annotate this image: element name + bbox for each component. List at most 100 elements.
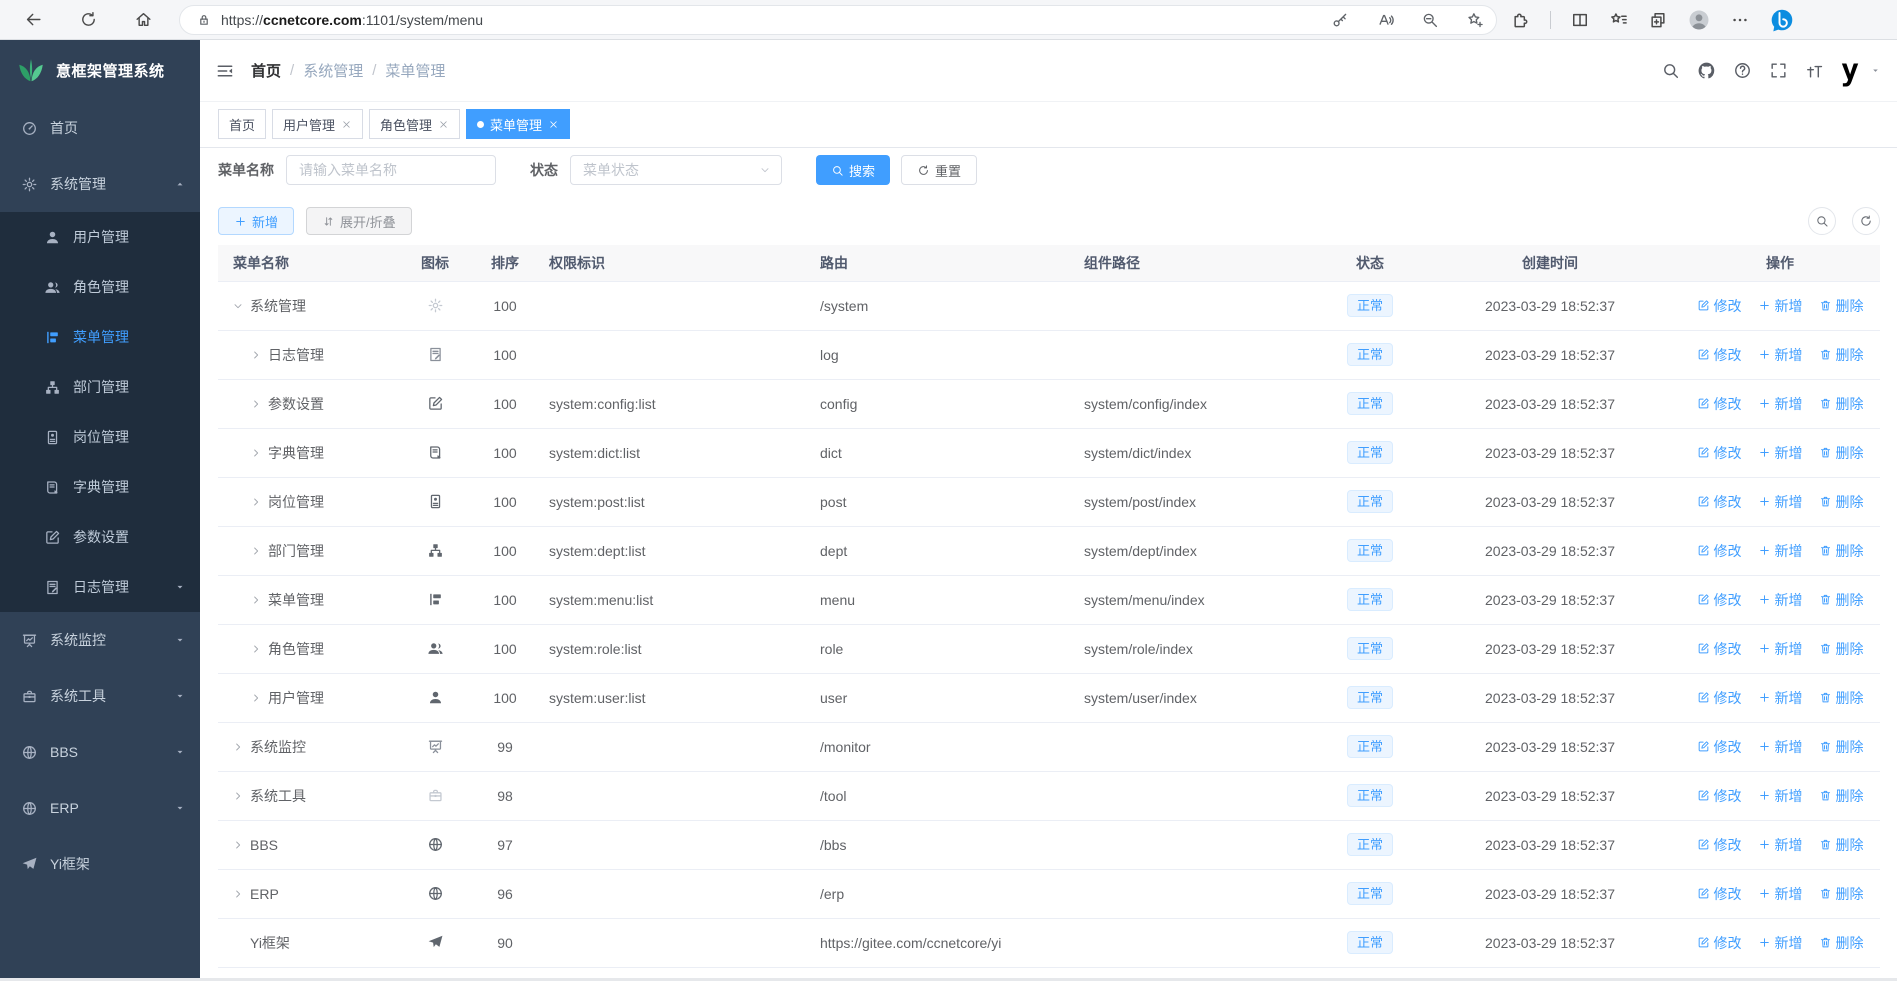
chevron-down-icon[interactable] xyxy=(232,300,244,312)
sidebar-item-post[interactable]: 岗位管理 xyxy=(0,412,200,462)
row-action-edit-link[interactable]: 修改 xyxy=(1697,492,1742,512)
row-action-add-link[interactable]: 新增 xyxy=(1758,786,1803,806)
chevron-right-icon[interactable] xyxy=(232,741,244,753)
row-action-delete-link[interactable]: 删除 xyxy=(1819,443,1864,463)
tab-用户管理[interactable]: 用户管理 xyxy=(272,109,364,139)
sidebar-item-menu[interactable]: 菜单管理 xyxy=(0,312,200,362)
chevron-right-icon[interactable] xyxy=(232,839,244,851)
zoom-out-button[interactable] xyxy=(1421,11,1439,29)
expand-collapse-button[interactable]: 展开/折叠 xyxy=(306,207,412,235)
chevron-right-icon[interactable] xyxy=(250,692,262,704)
split-screen-button[interactable] xyxy=(1570,10,1590,30)
github-button[interactable] xyxy=(1697,61,1716,80)
row-action-add-link[interactable]: 新增 xyxy=(1758,345,1803,365)
row-action-edit-link[interactable]: 修改 xyxy=(1697,296,1742,316)
row-action-edit-link[interactable]: 修改 xyxy=(1697,541,1742,561)
sidebar-item-tool[interactable]: 系统工具 xyxy=(0,668,200,724)
row-action-add-link[interactable]: 新增 xyxy=(1758,835,1803,855)
chevron-right-icon[interactable] xyxy=(250,398,262,410)
row-action-edit-link[interactable]: 修改 xyxy=(1697,786,1742,806)
row-action-add-link[interactable]: 新增 xyxy=(1758,541,1803,561)
sidebar-item-bbs[interactable]: BBS xyxy=(0,724,200,780)
row-action-delete-link[interactable]: 删除 xyxy=(1819,492,1864,512)
sidebar-collapse-icon[interactable] xyxy=(215,61,235,81)
reset-button[interactable]: 重置 xyxy=(901,155,978,185)
more-button[interactable] xyxy=(1730,10,1750,30)
row-action-edit-link[interactable]: 修改 xyxy=(1697,835,1742,855)
refresh-button[interactable] xyxy=(79,10,98,29)
row-action-delete-link[interactable]: 删除 xyxy=(1819,394,1864,414)
sidebar-item-home[interactable]: 首页 xyxy=(0,100,200,156)
sidebar-item-user[interactable]: 用户管理 xyxy=(0,212,200,262)
add-button[interactable]: 新增 xyxy=(218,207,295,235)
read-aloud-button[interactable] xyxy=(1376,11,1394,29)
row-action-edit-link[interactable]: 修改 xyxy=(1697,590,1742,610)
row-action-edit-link[interactable]: 修改 xyxy=(1697,639,1742,659)
row-action-add-link[interactable]: 新增 xyxy=(1758,394,1803,414)
row-action-delete-link[interactable]: 删除 xyxy=(1819,639,1864,659)
row-action-delete-link[interactable]: 删除 xyxy=(1819,345,1864,365)
sidebar-item-log[interactable]: 日志管理 xyxy=(0,562,200,612)
row-action-edit-link[interactable]: 修改 xyxy=(1697,688,1742,708)
row-action-delete-link[interactable]: 删除 xyxy=(1819,688,1864,708)
row-action-delete-link[interactable]: 删除 xyxy=(1819,296,1864,316)
chevron-right-icon[interactable] xyxy=(250,594,262,606)
tab-首页[interactable]: 首页 xyxy=(218,109,267,139)
home-button[interactable] xyxy=(134,10,153,29)
app-logo[interactable]: 意框架管理系统 xyxy=(0,40,200,100)
row-action-edit-link[interactable]: 修改 xyxy=(1697,884,1742,904)
address-bar[interactable]: https://ccnetcore.com:1101/system/menu xyxy=(179,4,1497,35)
row-action-add-link[interactable]: 新增 xyxy=(1758,492,1803,512)
row-action-add-link[interactable]: 新增 xyxy=(1758,443,1803,463)
chevron-right-icon[interactable] xyxy=(250,496,262,508)
row-action-delete-link[interactable]: 删除 xyxy=(1819,737,1864,757)
sidebar-item-yi[interactable]: Yi框架 xyxy=(0,836,200,892)
row-action-edit-link[interactable]: 修改 xyxy=(1697,394,1742,414)
row-action-add-link[interactable]: 新增 xyxy=(1758,884,1803,904)
row-action-add-link[interactable]: 新增 xyxy=(1758,737,1803,757)
row-action-delete-link[interactable]: 删除 xyxy=(1819,933,1864,953)
favorite-add-button[interactable] xyxy=(1466,11,1484,29)
row-action-delete-link[interactable]: 删除 xyxy=(1819,590,1864,610)
row-action-delete-link[interactable]: 删除 xyxy=(1819,786,1864,806)
sidebar-item-config[interactable]: 参数设置 xyxy=(0,512,200,562)
sidebar-item-erp[interactable]: ERP xyxy=(0,780,200,836)
row-action-add-link[interactable]: 新增 xyxy=(1758,639,1803,659)
row-action-add-link[interactable]: 新增 xyxy=(1758,688,1803,708)
key-button[interactable] xyxy=(1331,11,1349,29)
sidebar-item-system[interactable]: 系统管理 xyxy=(0,156,200,212)
chevron-right-icon[interactable] xyxy=(250,643,262,655)
profile-avatar-button[interactable] xyxy=(1687,8,1711,32)
text-size-button[interactable] xyxy=(1805,61,1824,80)
row-action-delete-link[interactable]: 删除 xyxy=(1819,835,1864,855)
sidebar-item-monitor[interactable]: 系统监控 xyxy=(0,612,200,668)
favorites-bar-button[interactable] xyxy=(1609,10,1629,30)
chevron-right-icon[interactable] xyxy=(250,545,262,557)
menu-name-input[interactable] xyxy=(286,155,496,185)
user-menu-caret-icon[interactable] xyxy=(1870,65,1881,76)
status-select[interactable]: 菜单状态 xyxy=(570,155,782,185)
sidebar-item-dept[interactable]: 部门管理 xyxy=(0,362,200,412)
sidebar-item-dict[interactable]: 字典管理 xyxy=(0,462,200,512)
chevron-right-icon[interactable] xyxy=(232,888,244,900)
row-action-edit-link[interactable]: 修改 xyxy=(1697,443,1742,463)
search-button[interactable] xyxy=(1661,61,1680,80)
extensions-button[interactable] xyxy=(1511,10,1531,30)
back-button[interactable] xyxy=(24,10,43,29)
collections-button[interactable] xyxy=(1648,10,1668,30)
row-action-edit-link[interactable]: 修改 xyxy=(1697,737,1742,757)
row-action-add-link[interactable]: 新增 xyxy=(1758,590,1803,610)
fullscreen-button[interactable] xyxy=(1769,61,1788,80)
breadcrumb-item[interactable]: 首页 xyxy=(251,60,281,81)
search-circle-button[interactable] xyxy=(1808,207,1836,235)
row-action-edit-link[interactable]: 修改 xyxy=(1697,345,1742,365)
user-avatar[interactable]: y xyxy=(1834,55,1866,87)
url-text[interactable]: https://ccnetcore.com:1101/system/menu xyxy=(221,12,1331,28)
row-action-delete-link[interactable]: 删除 xyxy=(1819,541,1864,561)
row-action-delete-link[interactable]: 删除 xyxy=(1819,884,1864,904)
tab-菜单管理[interactable]: 菜单管理 xyxy=(466,109,571,139)
question-button[interactable] xyxy=(1733,61,1752,80)
chevron-right-icon[interactable] xyxy=(250,447,262,459)
sidebar-item-role[interactable]: 角色管理 xyxy=(0,262,200,312)
refresh-circle-button[interactable] xyxy=(1852,207,1880,235)
